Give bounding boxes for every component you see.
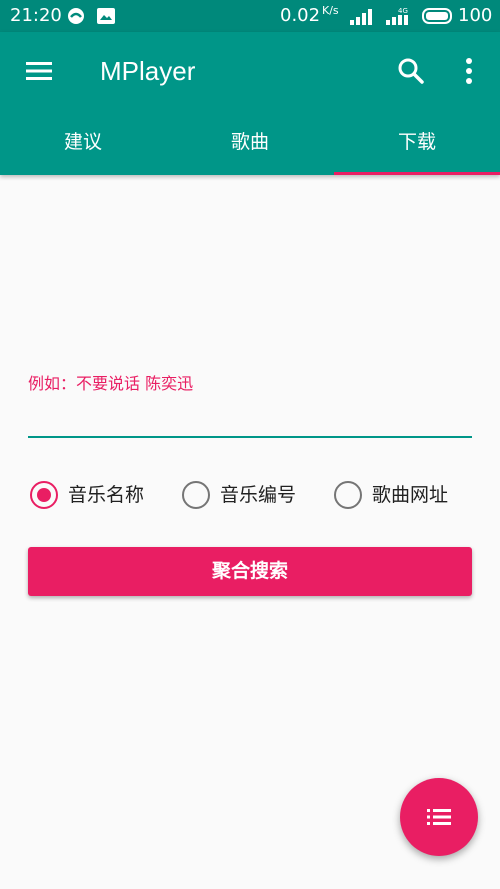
- search-input[interactable]: [28, 400, 472, 434]
- more-options-button[interactable]: [450, 52, 488, 90]
- battery-level: 100: [458, 5, 493, 26]
- tab-download[interactable]: 下载: [334, 122, 500, 175]
- tab-indicator: [334, 172, 500, 175]
- tab-suggestions[interactable]: 建议: [0, 122, 166, 175]
- radio-label: 歌曲网址: [372, 484, 449, 506]
- battery-icon: [422, 8, 452, 24]
- app-title: MPlayer: [100, 56, 196, 86]
- status-bar: 21:20 0.02 K/s 4G 100: [0, 0, 500, 32]
- aggregate-search-button[interactable]: 聚合搜索: [28, 547, 472, 596]
- search-button[interactable]: [392, 52, 430, 90]
- radio-dot: [37, 488, 51, 502]
- circle-app-icon: [68, 8, 84, 24]
- radio-song-url[interactable]: 歌曲网址: [334, 478, 474, 512]
- radio-label: 音乐编号: [220, 484, 297, 506]
- tab-songs[interactable]: 歌曲: [167, 122, 333, 175]
- playlist-fab[interactable]: [400, 778, 478, 856]
- menu-icon: [26, 62, 52, 80]
- menu-button[interactable]: [20, 52, 58, 90]
- radio-unchecked-icon: [182, 481, 210, 509]
- radio-unchecked-icon: [334, 481, 362, 509]
- net-speed-unit: K/s: [322, 4, 339, 17]
- signal-4g-icon: 4G: [386, 7, 408, 25]
- radio-music-name[interactable]: 音乐名称: [30, 478, 170, 512]
- radio-music-id[interactable]: 音乐编号: [182, 478, 322, 512]
- radio-label: 音乐名称: [68, 484, 145, 506]
- status-time: 21:20: [10, 5, 62, 26]
- app-bar: MPlayer 建议 歌曲 下载: [0, 32, 500, 175]
- search-icon: [398, 58, 424, 84]
- net-speed: 0.02: [280, 5, 321, 26]
- search-input-underline: [28, 436, 472, 438]
- search-hint: 例如：不要说话 陈奕迅: [28, 374, 194, 393]
- signal-icon: [350, 9, 372, 25]
- more-vert-icon: [466, 58, 472, 84]
- network-type-label: 4G: [398, 7, 408, 15]
- image-notification-icon: [97, 8, 115, 24]
- list-icon: [427, 809, 451, 825]
